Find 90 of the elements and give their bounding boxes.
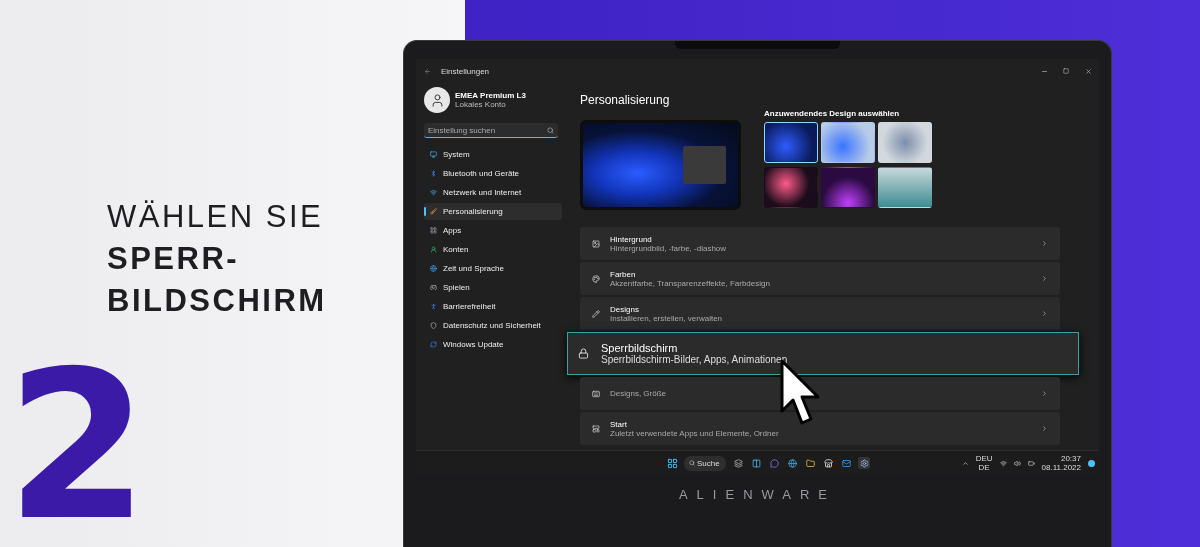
sidebar-item[interactable]: Bluetooth und Geräte	[424, 165, 562, 182]
row-subtitle: Installieren, erstellen, verwalten	[610, 313, 724, 323]
sidebar-item[interactable]: Datenschutz und Sicherheit	[424, 317, 562, 334]
row-subtitle: Designs, Größe	[610, 389, 668, 398]
sidebar-item[interactable]: Spielen	[424, 279, 562, 296]
chevron-icon	[1041, 240, 1048, 247]
sidebar-item[interactable]: Personalisierung	[424, 203, 562, 220]
sidebar-item[interactable]: Zeit und Sprache	[424, 260, 562, 277]
settings-row[interactable]: Farben Akzentfarbe, Transparenzeffekte, Farbdesign	[580, 262, 1060, 295]
page-title: Personalisierung	[580, 93, 671, 107]
sidebar-item[interactable]: Apps	[424, 222, 562, 239]
wifi-icon[interactable]	[999, 459, 1007, 467]
lock-screen-icon	[578, 348, 589, 359]
keyboard-icon	[592, 389, 600, 398]
chevron-icon	[1041, 425, 1048, 432]
row-title: Sperrbildschirm	[601, 342, 678, 354]
palette-icon	[592, 274, 600, 283]
window-title: Einstellungen	[441, 66, 490, 76]
theme-thumbnail[interactable]	[878, 167, 932, 208]
chevron-up-icon[interactable]	[961, 459, 969, 467]
chat-icon[interactable]	[769, 458, 779, 468]
back-icon[interactable]	[424, 67, 431, 75]
settings-icon[interactable]	[859, 458, 869, 468]
row-subtitle: Zuletzt verwendete Apps und Elemente, Ordner	[610, 428, 780, 438]
start-icon[interactable]	[666, 457, 678, 469]
account-type: Lokales Konto	[455, 100, 507, 109]
step-number: 2	[6, 366, 150, 526]
shield-icon	[430, 322, 437, 329]
sidebar-item[interactable]: Windows Update	[424, 336, 562, 353]
row-title: Start	[610, 419, 628, 429]
brand-label: ALIENWARE	[678, 487, 837, 502]
row-subtitle: Sperrbildschirm-Bilder, Apps, Animationen	[601, 354, 789, 365]
search-icon	[689, 460, 695, 466]
settings-row[interactable]: Hintergrund Hintergrundbild, -farbe, -diashow	[580, 227, 1060, 260]
clock-time[interactable]: 20:37	[1060, 454, 1081, 463]
refresh-icon	[430, 341, 437, 348]
search-field[interactable]: Einstellung suchen	[424, 123, 558, 138]
theme-thumbnail[interactable]	[821, 122, 875, 163]
account-name: EMEA Premium L3	[455, 91, 526, 100]
chevron-icon	[1041, 310, 1048, 317]
clock-date[interactable]: 08.11.2022	[1041, 463, 1081, 472]
task-view-icon[interactable]	[733, 458, 743, 468]
row-subtitle: Akzentfarbe, Transparenzeffekte, Farbdesign	[610, 278, 771, 288]
folder-icon[interactable]	[805, 458, 815, 468]
sidebar-item[interactable]: Konten	[424, 241, 562, 258]
chevron-icon	[1041, 390, 1048, 397]
row-subtitle: Hintergrundbild, -farbe, -diashow	[610, 243, 728, 253]
theme-thumbnail[interactable]	[878, 122, 932, 163]
avatar	[424, 87, 450, 113]
row-title: Farben	[610, 269, 637, 279]
settings-row[interactable]: Sperrbildschirm Sperrbildschirm-Bilder, Apps, Animationen	[567, 332, 1079, 375]
mail-icon[interactable]	[841, 458, 851, 468]
layout-label[interactable]: DE	[978, 463, 990, 472]
close-icon	[1084, 67, 1092, 75]
monitor-icon	[430, 151, 437, 158]
theme-thumbnail[interactable]	[764, 167, 818, 208]
headline-text: BILDSCHIRM	[107, 282, 328, 320]
store-icon[interactable]	[823, 458, 833, 468]
section-label: Anzuwendendes Design auswählen	[764, 109, 901, 118]
volume-icon[interactable]	[1013, 459, 1021, 467]
settings-row[interactable]: Start Zuletzt verwendete Apps und Elemente, Ordner	[580, 412, 1060, 445]
sidebar-item[interactable]: Netzwerk und Internet	[424, 184, 562, 201]
headline-text: SPERR-	[107, 240, 241, 278]
globe-icon	[430, 265, 437, 272]
accessibility-icon	[430, 303, 437, 310]
grid-icon	[430, 227, 437, 234]
row-title: Hintergrund	[610, 234, 652, 244]
maximize-icon	[1063, 68, 1069, 74]
language-label[interactable]: DEU	[975, 454, 993, 463]
gamepad-icon	[430, 284, 437, 291]
settings-row[interactable]: Designs, Größe	[580, 377, 1060, 410]
wifi-icon	[430, 189, 437, 196]
picture-icon	[592, 239, 600, 248]
theme-thumbnail[interactable]	[764, 122, 818, 163]
sidebar-item[interactable]: System	[424, 146, 562, 163]
row-title: Designs	[610, 304, 639, 314]
taskbar-search[interactable]: Suche	[684, 455, 726, 471]
settings-row[interactable]: Designs Installieren, erstellen, verwalten	[580, 297, 1060, 330]
battery-icon[interactable]	[1027, 459, 1035, 467]
bluetooth-icon	[430, 170, 437, 177]
chevron-icon	[1041, 275, 1048, 282]
browser-icon[interactable]	[787, 458, 797, 468]
theme-thumbnail[interactable]	[821, 167, 875, 208]
notification-dot[interactable]	[1088, 459, 1095, 467]
sidebar-item[interactable]: Barrierefreiheit	[424, 298, 562, 315]
headline-text: WÄHLEN SIE	[107, 198, 325, 236]
brush-icon	[430, 208, 437, 215]
person-icon	[430, 246, 437, 253]
pencil-icon	[592, 309, 600, 318]
search-icon	[547, 127, 554, 134]
